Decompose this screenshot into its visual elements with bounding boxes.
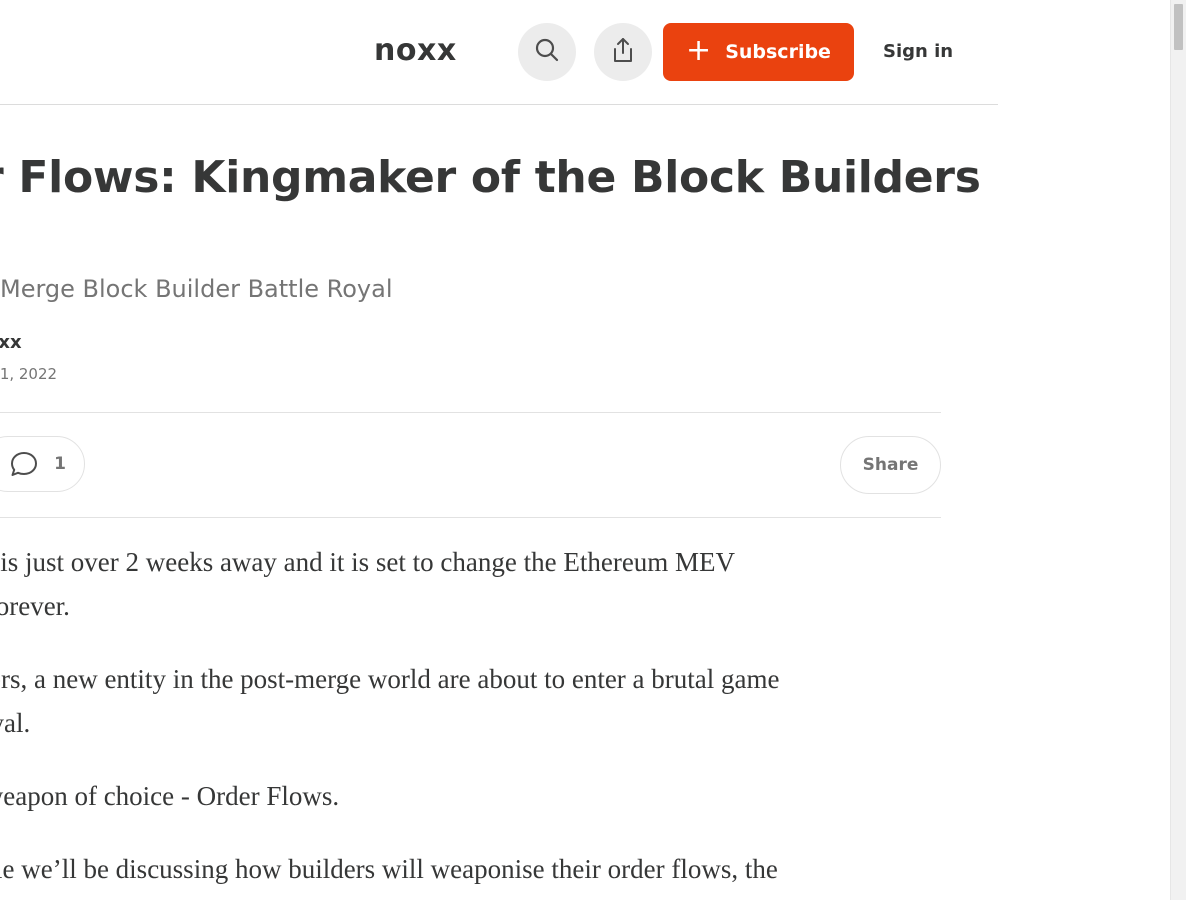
paragraph-line: lders, a new entity in the post-merge wo…: [0, 664, 780, 694]
divider: [0, 517, 941, 518]
search-button[interactable]: [518, 23, 576, 81]
body-paragraph: lders, a new entity in the post-merge wo…: [0, 657, 948, 745]
author-name[interactable]: oxx: [0, 331, 22, 355]
sign-in-link[interactable]: Sign in: [883, 40, 953, 64]
comment-count: 1: [54, 454, 66, 474]
scrollbar-thumb[interactable]: [1174, 4, 1183, 50]
plus-icon: +: [686, 32, 712, 68]
publication-name[interactable]: noxx: [374, 31, 457, 71]
body-paragraph: r weapon of choice - Order Flows.: [0, 774, 948, 818]
top-header: noxx + Subscribe Sign in: [0, 0, 998, 105]
page: noxx + Subscribe Sign in r Flows: Kingma…: [0, 0, 1186, 900]
search-icon: [534, 37, 560, 68]
comment-button[interactable]: 1: [0, 436, 85, 492]
paragraph-line: e forever.: [0, 591, 70, 621]
body-paragraph: ge is just over 2 weeks away and it is s…: [0, 540, 948, 628]
share-icon: [610, 36, 636, 69]
post-title: r Flows: Kingmaker of the Block Builders: [0, 152, 981, 203]
paragraph-line: royal.: [0, 708, 31, 738]
post-date: P 1, 2022: [0, 365, 58, 383]
subscribe-label: Subscribe: [725, 41, 831, 63]
share-icon-button[interactable]: [594, 23, 652, 81]
post-subtitle: Merge Block Builder Battle Royal: [0, 275, 393, 303]
vertical-scrollbar[interactable]: [1170, 0, 1186, 900]
post-body: ge is just over 2 weeks away and it is s…: [0, 540, 948, 900]
body-paragraph: ticle we’ll be discussing how builders w…: [0, 847, 948, 891]
share-button[interactable]: Share: [840, 436, 941, 494]
divider: [0, 412, 941, 413]
paragraph-line: ge is just over 2 weeks away and it is s…: [0, 547, 736, 577]
paragraph-line: ticle we’ll be discussing how builders w…: [0, 854, 778, 884]
subscribe-button[interactable]: + Subscribe: [663, 23, 854, 81]
comment-icon: [10, 451, 38, 477]
paragraph-line: r weapon of choice - Order Flows.: [0, 781, 340, 811]
